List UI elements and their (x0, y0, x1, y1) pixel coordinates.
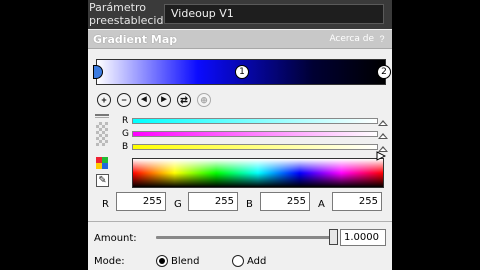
mode-label: Mode: (94, 256, 125, 267)
about-link[interactable]: Acerca de (329, 34, 374, 44)
color-spectrum[interactable] (132, 158, 384, 188)
globe-icon[interactable]: ⊕ (197, 93, 211, 107)
help-icon[interactable]: ? (377, 34, 387, 44)
mode-blend-radio[interactable] (156, 255, 168, 267)
amount-slider-track[interactable] (156, 236, 336, 239)
red-label: R (102, 199, 109, 210)
channel-g-slider[interactable] (132, 131, 378, 137)
channel-g-label: G (122, 129, 129, 139)
add-stop-icon[interactable]: + (97, 93, 111, 107)
eyedropper-icon[interactable]: ✎ (96, 174, 109, 187)
channel-r-handle[interactable] (378, 120, 388, 126)
amount-label: Amount: (94, 233, 137, 244)
spectrum-handle-icon[interactable] (376, 151, 386, 161)
mode-add-label[interactable]: Add (247, 256, 266, 267)
alpha-label: A (318, 199, 325, 210)
channel-g-handle[interactable] (378, 133, 388, 139)
palette-icon[interactable] (96, 157, 108, 169)
panel-title: Gradient Map (93, 33, 178, 46)
preset-bar: Parámetro preestablecido: Videoup V1 (88, 0, 392, 29)
blue-label: B (246, 199, 253, 210)
preset-dropdown[interactable]: Videoup V1 (164, 4, 384, 24)
channel-b-label: B (122, 142, 129, 152)
preset-label: Parámetro preestablecido: (89, 1, 174, 27)
divider (88, 221, 392, 222)
mode-add-radio[interactable] (232, 255, 244, 267)
gradient-stop-2[interactable]: 2 (377, 65, 391, 79)
gradient-map-panel: Parámetro preestablecido: Videoup V1 Gra… (88, 0, 392, 270)
green-label: G (174, 199, 182, 210)
green-input[interactable]: 255 (188, 192, 238, 211)
transparency-checker-icon (96, 122, 108, 146)
next-stop-icon[interactable]: ▶ (157, 93, 171, 107)
gradient-stop-1[interactable]: 1 (235, 65, 249, 79)
amount-input[interactable]: 1.0000 (340, 229, 386, 246)
line-weight-icon (95, 114, 109, 118)
amount-slider-thumb[interactable] (329, 229, 338, 245)
mode-blend-label[interactable]: Blend (171, 256, 199, 267)
panel-header: Gradient Map Acerca de ? (88, 30, 392, 49)
channel-b-slider[interactable] (132, 144, 378, 150)
blue-input[interactable]: 255 (260, 192, 310, 211)
flip-gradient-icon[interactable]: ⇄ (177, 93, 191, 107)
alpha-input[interactable]: 255 (332, 192, 382, 211)
gradient-bar[interactable]: 1 2 (93, 59, 391, 85)
channel-r-label: R (122, 116, 129, 126)
red-input[interactable]: 255 (116, 192, 166, 211)
remove-stop-icon[interactable]: − (117, 93, 131, 107)
previous-stop-icon[interactable]: ◀ (137, 93, 151, 107)
channel-r-slider[interactable] (132, 118, 378, 124)
gradient-stop-0[interactable] (93, 65, 103, 79)
